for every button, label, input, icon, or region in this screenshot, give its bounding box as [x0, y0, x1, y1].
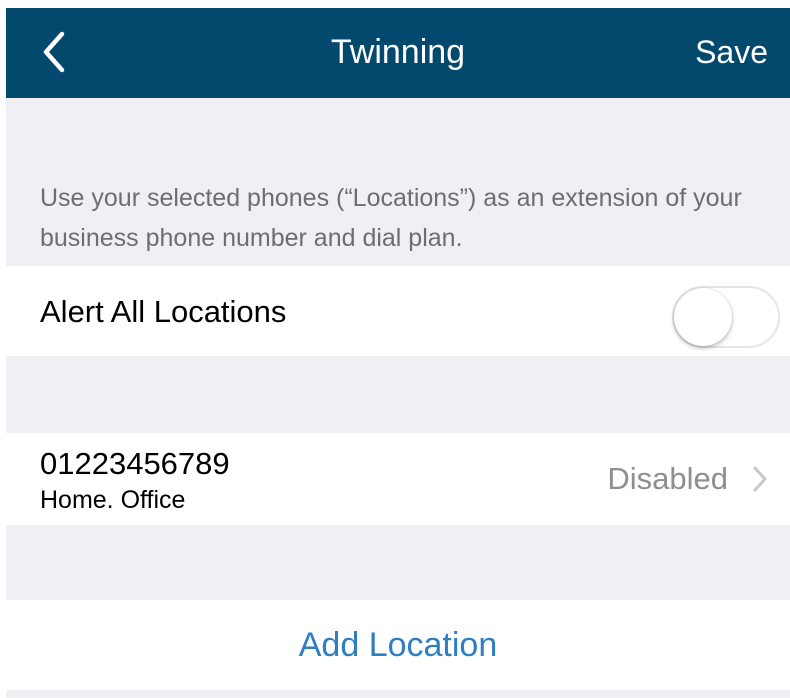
navigation-bar: Twinning Save	[6, 8, 790, 98]
save-button[interactable]: Save	[695, 32, 768, 72]
twinning-description: Use your selected phones (“Locations”) a…	[40, 184, 742, 252]
location-name: Home. Office	[40, 486, 186, 514]
chevron-right-icon	[753, 466, 767, 492]
alert-all-locations-label: Alert All Locations	[40, 294, 287, 329]
alert-all-locations-row: Alert All Locations	[6, 266, 790, 356]
add-location-button[interactable]: Add Location	[6, 624, 790, 666]
location-row[interactable]: 01223456789 Home. Office Disabled	[6, 433, 790, 525]
location-number: 01223456789	[40, 446, 230, 481]
page-title: Twinning	[330, 33, 466, 71]
location-status: Disabled	[607, 461, 728, 496]
add-location-row[interactable]: Add Location	[6, 600, 790, 690]
alert-all-locations-toggle[interactable]	[672, 286, 780, 348]
twinning-screen: Twinning Save Use your selected phones (…	[6, 8, 790, 698]
toggle-knob	[674, 288, 732, 346]
